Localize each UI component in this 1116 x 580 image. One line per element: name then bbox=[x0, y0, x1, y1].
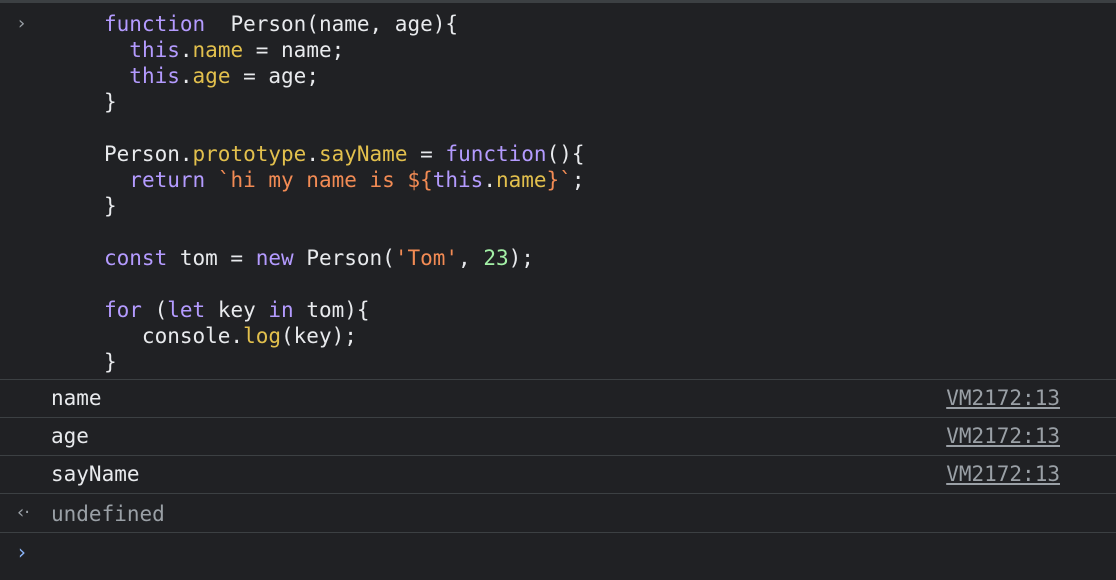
code-token: `hi my name is ${ bbox=[205, 168, 433, 192]
code-token: . bbox=[179, 64, 193, 88]
code-token: name bbox=[192, 38, 244, 62]
code-token: in bbox=[268, 298, 294, 322]
code-token: this bbox=[432, 168, 484, 192]
code-token: 'Tom' bbox=[394, 246, 459, 270]
log-text: age bbox=[51, 424, 89, 448]
code-token: 23 bbox=[483, 246, 509, 270]
log-message: name VM2172:13 bbox=[0, 380, 1116, 418]
code-token: Person. bbox=[104, 142, 193, 166]
code-line: console.log(key); bbox=[104, 324, 357, 348]
prompt-chevron-icon: › bbox=[18, 540, 26, 564]
log-text: sayName bbox=[51, 462, 140, 486]
code-token: ); bbox=[508, 246, 534, 270]
code-token: const bbox=[104, 246, 168, 270]
log-message: sayName VM2172:13 bbox=[0, 456, 1116, 494]
code-token: function bbox=[445, 142, 547, 166]
code-line: } bbox=[104, 194, 117, 218]
code-token: age bbox=[192, 64, 231, 88]
console-prompt-row[interactable]: › bbox=[0, 533, 1116, 580]
code-token: function bbox=[104, 12, 206, 36]
code-token: = age; bbox=[230, 64, 319, 88]
code-token: . bbox=[306, 142, 319, 166]
return-arrow-icon: ‹· bbox=[17, 502, 30, 523]
code-token: } bbox=[104, 350, 117, 374]
code-token: . bbox=[483, 168, 496, 192]
code-line: this.name = name; bbox=[104, 38, 344, 62]
code-token: for bbox=[104, 298, 142, 322]
code-token: let bbox=[167, 298, 206, 322]
return-value-row: ‹· undefined bbox=[0, 497, 1116, 533]
code-token: } bbox=[104, 194, 117, 218]
code-token: } bbox=[104, 90, 117, 114]
code-block[interactable]: function Person(name, age){ this.name = … bbox=[104, 11, 585, 375]
code-line: for (let key in tom){ bbox=[104, 298, 370, 322]
code-line: return `hi my name is ${this.name}`; bbox=[104, 168, 585, 192]
return-value: undefined bbox=[51, 502, 165, 526]
code-token: }` bbox=[546, 168, 572, 192]
code-token: (key); bbox=[281, 324, 357, 348]
code-token: ; bbox=[571, 168, 585, 192]
code-token: tom){ bbox=[293, 298, 370, 322]
code-token: this bbox=[129, 64, 180, 88]
console-input[interactable] bbox=[51, 537, 1055, 569]
code-token: = name; bbox=[243, 38, 345, 62]
code-token: tom = bbox=[167, 246, 256, 270]
console-input-entry[interactable]: › function Person(name, age){ this.name … bbox=[0, 3, 1116, 380]
code-token: new bbox=[255, 246, 294, 270]
code-line: } bbox=[104, 350, 117, 374]
code-line: Person.prototype.sayName = function(){ bbox=[104, 142, 585, 166]
code-token: sayName bbox=[318, 142, 408, 166]
code-token: . bbox=[179, 38, 193, 62]
code-token: log bbox=[243, 324, 282, 348]
code-line: this.age = age; bbox=[104, 64, 319, 88]
code-token: this bbox=[129, 38, 180, 62]
code-line: function Person(name, age){ bbox=[104, 12, 458, 36]
log-source-link[interactable]: VM2172:13 bbox=[946, 423, 1060, 449]
chevron-right-icon: › bbox=[18, 13, 26, 34]
log-text: name bbox=[51, 386, 102, 410]
code-token: = bbox=[407, 142, 446, 166]
code-token: ( bbox=[141, 298, 168, 322]
devtools-console: › function Person(name, age){ this.name … bbox=[0, 0, 1116, 580]
code-line: } bbox=[104, 90, 117, 114]
code-token: name bbox=[495, 168, 547, 192]
log-source-link[interactable]: VM2172:13 bbox=[946, 385, 1060, 411]
code-token: prototype bbox=[192, 142, 307, 166]
code-token: key bbox=[205, 298, 269, 322]
code-token: Person( bbox=[293, 246, 395, 270]
code-token: , bbox=[458, 246, 484, 270]
code-token: console. bbox=[104, 324, 244, 348]
code-token: return bbox=[129, 168, 206, 192]
log-message: age VM2172:13 bbox=[0, 418, 1116, 456]
code-token: Person(name, age){ bbox=[205, 12, 459, 36]
code-token: (){ bbox=[546, 142, 585, 166]
code-line: const tom = new Person('Tom', 23); bbox=[104, 246, 534, 270]
log-source-link[interactable]: VM2172:13 bbox=[946, 461, 1060, 487]
